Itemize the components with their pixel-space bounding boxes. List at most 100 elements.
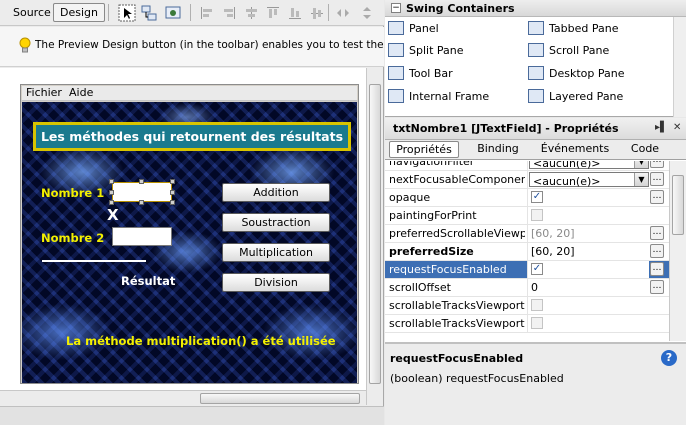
hint-bar: The Preview Design button (in the toolba… — [0, 27, 384, 67]
preview-design-icon[interactable] — [164, 4, 182, 22]
align-left-icon[interactable] — [198, 4, 216, 22]
palette-item-label: Tabbed Pane — [549, 21, 619, 35]
property-value[interactable]: [60, 20] — [527, 243, 649, 260]
checked-checkbox[interactable]: ✓ — [531, 191, 543, 203]
selection-handle[interactable] — [170, 190, 175, 195]
close-icon[interactable]: ✕ — [673, 122, 681, 133]
design-tab-button[interactable]: Design — [53, 3, 105, 22]
palette-item-desktop-pane[interactable]: Desktop Pane — [525, 62, 624, 84]
title-panel: Les méthodes qui retournent des résultat… — [33, 122, 351, 151]
scrollbar-thumb[interactable] — [369, 84, 381, 384]
chevron-down-icon[interactable]: ▼ — [634, 173, 648, 186]
ellipsis-button[interactable]: … — [650, 244, 664, 258]
property-row[interactable]: nextFocusableComponent <aucun(e)> ▼ … — [385, 171, 669, 189]
property-value[interactable]: 0 — [527, 279, 649, 296]
connection-mode-icon[interactable] — [140, 4, 158, 22]
property-sheet-scrollbar[interactable] — [669, 161, 686, 341]
palette-item-layered-pane[interactable]: Layered Pane — [525, 85, 623, 107]
selection-handle[interactable] — [109, 190, 114, 195]
selection-mode-icon[interactable] — [118, 4, 136, 22]
multiplication-button[interactable]: Multiplication — [222, 243, 330, 262]
selection-handle[interactable] — [139, 200, 144, 205]
tool-bar-icon — [388, 66, 404, 80]
scrollbar-thumb[interactable] — [200, 393, 360, 404]
center-horizontally-icon[interactable] — [242, 4, 260, 22]
palette-item-tool-bar[interactable]: Tool Bar — [385, 62, 453, 84]
property-row[interactable]: opaque ✓ … — [385, 189, 669, 207]
property-row[interactable]: scrollableTracksViewportHe — [385, 297, 669, 315]
txtnombre1-field[interactable] — [112, 182, 172, 202]
value-combobox[interactable]: <aucun(e)> ▼ — [529, 161, 649, 170]
property-value[interactable]: ✓ — [527, 189, 649, 206]
source-tab-button[interactable]: Source — [6, 3, 58, 22]
property-value-text: [60, 20] — [531, 227, 575, 240]
tab-code[interactable]: Code — [617, 141, 673, 158]
ellipsis-button[interactable]: … — [650, 226, 664, 240]
tab-proprietes[interactable]: Propriétés — [389, 141, 459, 158]
center-vertically-icon[interactable] — [308, 4, 326, 22]
palette-item-label: Internal Frame — [409, 89, 490, 103]
palette-item-split-pane[interactable]: Split Pane — [385, 39, 464, 61]
property-row-selected[interactable]: requestFocusEnabled ✓ … — [385, 261, 669, 279]
selection-handle[interactable] — [109, 200, 114, 205]
palette-scrollbar[interactable] — [673, 17, 686, 117]
palette-item-internal-frame[interactable]: Internal Frame — [385, 85, 489, 107]
property-value[interactable]: ✓ — [527, 261, 649, 278]
property-row[interactable]: preferredSize [60, 20] … — [385, 243, 669, 261]
combo-value: <aucun(e)> — [533, 161, 601, 170]
canvas-horizontal-scrollbar[interactable] — [0, 390, 366, 406]
chevron-down-icon[interactable]: ▼ — [634, 161, 648, 168]
menu-fichier[interactable]: Fichier — [26, 86, 62, 100]
txtnombre2-field[interactable] — [112, 227, 172, 246]
jframe-form[interactable]: Fichier Aide Les méthodes qui retournent… — [20, 84, 359, 384]
tab-binding[interactable]: Binding — [463, 141, 533, 158]
resize-horizontal-icon[interactable] — [334, 4, 352, 22]
align-top-icon[interactable] — [264, 4, 282, 22]
property-value[interactable]: <aucun(e)> ▼ — [527, 161, 649, 170]
properties-panel: txtNombre1 [JTextField] - Propriétés ▸▌ … — [385, 118, 686, 425]
addition-button[interactable]: Addition — [222, 183, 330, 202]
property-row[interactable]: navigationFilter <aucun(e)> ▼ … — [385, 161, 669, 171]
palette-item-scroll-pane[interactable]: Scroll Pane — [525, 39, 609, 61]
property-value[interactable]: <aucun(e)> ▼ — [527, 171, 649, 188]
property-name: scrollableTracksViewportWi — [389, 317, 525, 330]
selection-handle[interactable] — [170, 200, 175, 205]
scrollbar-thumb[interactable] — [672, 175, 684, 235]
selection-handle[interactable] — [109, 179, 114, 184]
resize-vertical-icon[interactable] — [358, 4, 376, 22]
selection-handle[interactable] — [170, 179, 175, 184]
property-value-text: 0 — [531, 281, 538, 294]
ellipsis-button[interactable]: … — [650, 280, 664, 294]
property-row[interactable]: scrollableTracksViewportWi — [385, 315, 669, 333]
soustraction-button[interactable]: Soustraction — [222, 213, 330, 232]
palette-category-header[interactable]: − Swing Containers — [385, 0, 686, 17]
ellipsis-button[interactable]: … — [650, 262, 664, 276]
canvas-vertical-scrollbar[interactable] — [366, 68, 383, 405]
property-name: preferredScrollableViewport — [389, 227, 525, 240]
palette-category-title: Swing Containers — [406, 2, 515, 15]
lightbulb-icon — [18, 37, 32, 55]
align-bottom-icon[interactable] — [286, 4, 304, 22]
palette-item-label: Scroll Pane — [549, 43, 610, 57]
ellipsis-button[interactable]: … — [650, 161, 664, 168]
menu-aide[interactable]: Aide — [69, 86, 93, 100]
property-row[interactable]: preferredScrollableViewport [60, 20] … — [385, 225, 669, 243]
align-right-icon[interactable] — [220, 4, 238, 22]
ellipsis-button[interactable]: … — [650, 172, 664, 186]
ellipsis-button[interactable]: … — [650, 190, 664, 204]
division-button[interactable]: Division — [222, 273, 330, 292]
property-name: scrollOffset — [389, 281, 451, 294]
palette-item-tabbed-pane[interactable]: Tabbed Pane — [525, 17, 618, 39]
form-background-panel[interactable]: Les méthodes qui retournent des résultat… — [22, 102, 357, 383]
selection-handle[interactable] — [139, 179, 144, 184]
tab-evenements[interactable]: Événements — [535, 141, 615, 158]
panel-menu-icon[interactable]: ▸▌ — [655, 122, 668, 133]
property-name: navigationFilter — [389, 161, 475, 168]
checked-checkbox[interactable]: ✓ — [531, 263, 543, 275]
palette-item-panel[interactable]: Panel — [385, 17, 439, 39]
property-row[interactable]: paintingForPrint — [385, 207, 669, 225]
collapse-icon[interactable]: − — [391, 3, 401, 13]
value-combobox[interactable]: <aucun(e)> ▼ — [529, 172, 649, 188]
help-icon[interactable]: ? — [661, 350, 677, 366]
property-row[interactable]: scrollOffset 0 … — [385, 279, 669, 297]
